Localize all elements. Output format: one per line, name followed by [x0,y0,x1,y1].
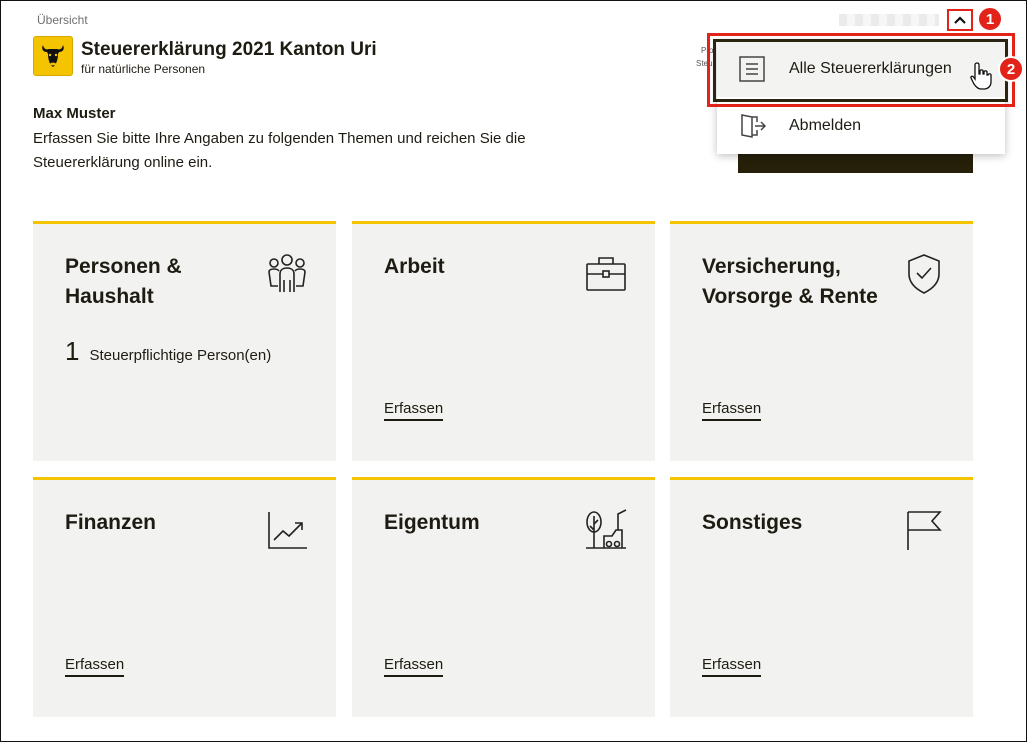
flag-icon [902,508,946,557]
capture-link[interactable]: Erfassen [702,656,762,677]
app-frame: Übersicht Steuererklärung 2021 Kanton Ur… [0,0,1027,742]
tile-property[interactable]: Eigentum Erfassen [352,477,655,717]
count-value: 1 [65,336,80,366]
annotation-marker-2: 2 [998,56,1024,82]
property-icon [584,508,628,557]
obscured-label: Pro [701,46,714,55]
menu-item-logout[interactable]: Abmelden [717,98,1005,154]
tile-persons-household[interactable]: Personen & Haushalt 1 Steuerpflichtige P… [33,221,336,461]
user-account-name-blurred[interactable] [839,14,939,26]
capture-link[interactable]: Erfassen [65,656,125,677]
menu-item-all-tax-returns[interactable]: Alle Steuererklärungen [717,41,1005,97]
page-title: Steuererklärung 2021 Kanton Uri [81,39,377,60]
tile-title: Sonstiges [702,511,803,534]
account-dropdown-menu: Alle Steuererklärungen Abmelden [717,41,1005,154]
capture-link[interactable]: Erfassen [384,400,444,421]
intro-text: Erfassen Sie bitte Ihre Angaben zu folge… [33,130,526,171]
hand-cursor-icon [969,61,993,96]
briefcase-icon [584,252,628,301]
bull-head-icon [42,45,64,67]
canton-logo [33,36,73,76]
shield-check-icon [902,252,946,301]
tile-title: Versicherung, Vorsorge & Rente [702,255,878,308]
capture-link[interactable]: Erfassen [384,656,444,677]
capture-link[interactable]: Erfassen [702,400,762,421]
tile-title: Eigentum [384,511,480,534]
logout-icon [739,113,767,144]
tile-title: Finanzen [65,511,157,534]
tile-work[interactable]: Arbeit Erfassen [352,221,655,461]
menu-item-label: Alle Steuererklärungen [789,60,952,77]
page-subtitle: für natürliche Personen [81,62,206,76]
account-menu-toggle[interactable] [947,9,973,31]
taxpayer-count: 1 Steuerpflichtige Person(en) [65,336,271,367]
tile-miscellaneous[interactable]: Sonstiges Erfassen [670,477,973,717]
obscured-label: Steu [696,59,713,68]
menu-item-label: Abmelden [789,117,862,134]
tile-insurance-pension[interactable]: Versicherung, Vorsorge & Rente Erfassen [670,221,973,461]
breadcrumb[interactable]: Übersicht [37,13,88,27]
chevron-up-icon [954,16,966,24]
annotation-marker-1: 1 [977,6,1003,32]
tile-finances[interactable]: Finanzen Erfassen [33,477,336,717]
people-icon [265,252,309,301]
tile-title: Personen & Haushalt [65,255,182,308]
taxpayer-name: Max Muster [33,105,116,122]
chart-icon [265,508,309,557]
count-label: Steuerpflichtige Person(en) [89,347,272,364]
list-icon [739,56,765,87]
tile-title: Arbeit [384,255,445,278]
